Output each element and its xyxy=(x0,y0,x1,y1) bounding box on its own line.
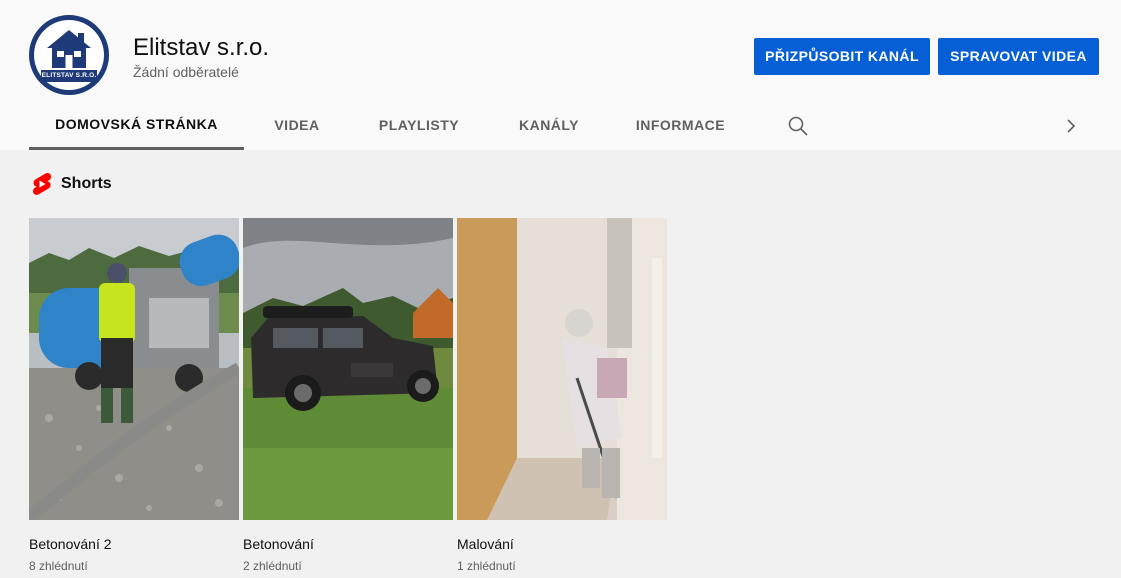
logo-text: ELITSTAV S.R.O. xyxy=(41,70,97,82)
short-card: Betonování 2 8 zhlédnutí xyxy=(25,218,242,574)
shorts-title: Shorts xyxy=(61,175,112,192)
short-title[interactable]: Malování xyxy=(457,534,667,554)
chevron-right-icon[interactable] xyxy=(1059,114,1083,138)
channel-name: Elitstav s.r.o. xyxy=(133,34,270,61)
short-views: 1 zhlédnutí xyxy=(457,559,516,573)
channel-avatar[interactable]: ELITSTAV S.R.O. xyxy=(29,15,109,95)
subscriber-count: Žádní odběratelé xyxy=(133,64,239,80)
tab-playlists[interactable]: PLAYLISTY xyxy=(350,101,488,150)
tab-videos[interactable]: VIDEA xyxy=(244,101,350,150)
shorts-logo-icon xyxy=(33,173,52,195)
house-icon xyxy=(47,30,91,68)
tab-about[interactable]: INFORMACE xyxy=(610,101,751,150)
short-thumbnail[interactable] xyxy=(25,218,242,523)
short-card: Betonování 2 zhlédnutí xyxy=(243,218,453,574)
tab-channels[interactable]: KANÁLY xyxy=(488,101,610,150)
short-thumbnail[interactable] xyxy=(457,218,667,520)
manage-videos-button[interactable]: SPRAVOVAT VIDEA xyxy=(938,38,1099,75)
short-title[interactable]: Betonování xyxy=(243,534,453,554)
short-thumbnail[interactable] xyxy=(243,218,453,520)
short-title[interactable]: Betonování 2 xyxy=(29,534,239,554)
search-icon[interactable] xyxy=(786,114,810,138)
customize-channel-button[interactable]: PŘIZPŮSOBIT KANÁL xyxy=(754,38,930,75)
short-card: Malování 1 zhlédnutí xyxy=(457,218,667,574)
short-views: 8 zhlédnutí xyxy=(29,559,88,573)
tab-home[interactable]: DOMOVSKÁ STRÁNKA xyxy=(29,101,244,150)
short-views: 2 zhlédnutí xyxy=(243,559,302,573)
channel-header: ELITSTAV S.R.O. Elitstav s.r.o. Žádní od… xyxy=(0,0,1121,150)
